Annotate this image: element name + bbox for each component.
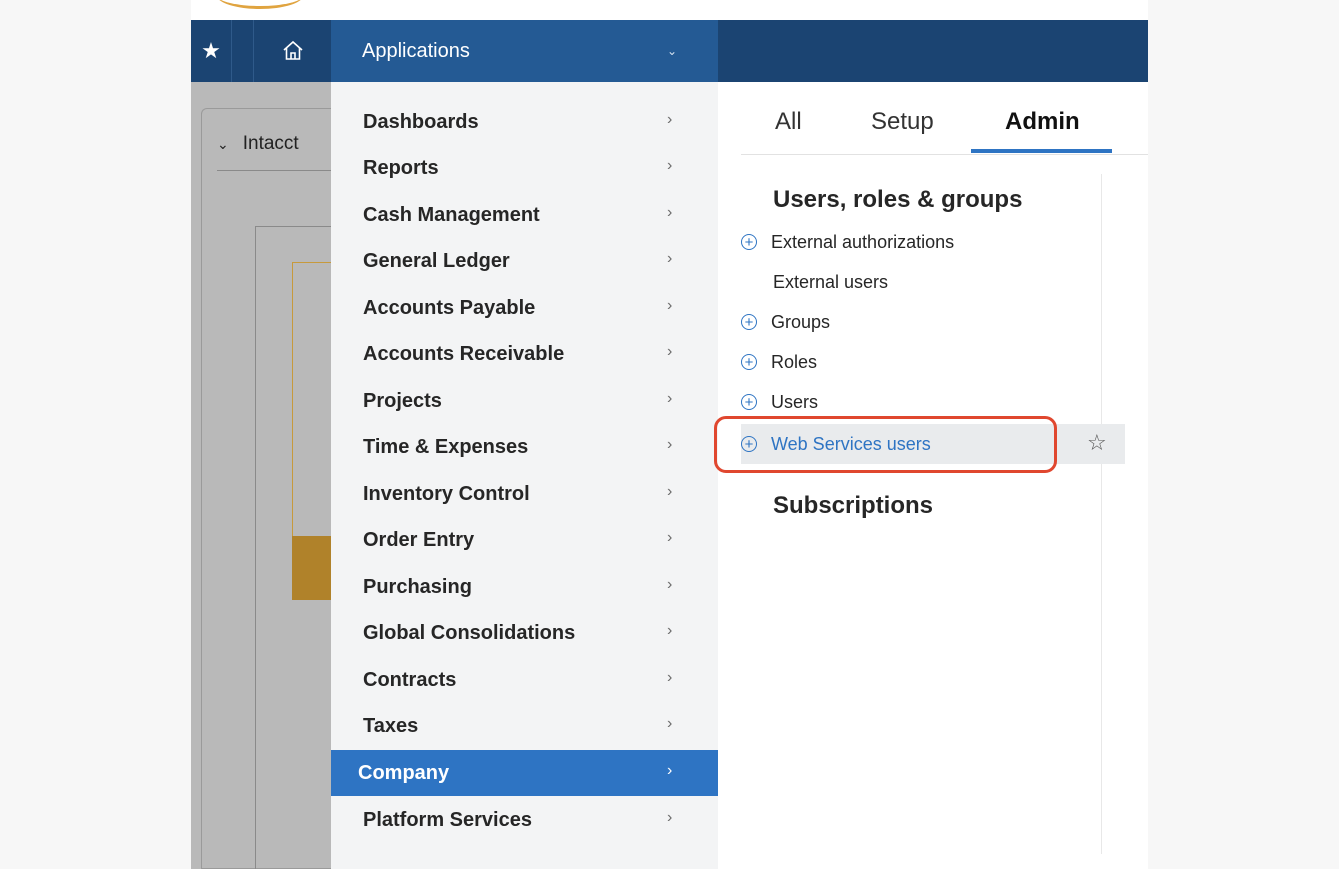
menu-item-company[interactable]: Company › [331,750,718,796]
tab-admin[interactable]: Admin [1005,108,1080,136]
applications-menu: Dashboards › Reports › Cash Management › Ge… [331,82,718,869]
menu-item-label: Inventory Control [363,482,530,505]
menu-item-label: Company [358,761,450,784]
link-roles[interactable]: + Roles [741,344,1125,380]
top-nav-bar: ★ Applications ⌄ [191,20,1148,82]
chevron-right-icon: › [667,436,673,453]
menu-item-purchasing[interactable]: Purchasing › [331,564,718,610]
menu-item-inventory-control[interactable]: Inventory Control › [331,471,718,517]
chevron-right-icon: › [667,250,673,267]
background-chart-bar [292,536,331,600]
menu-item-label: Accounts Receivable [363,342,565,365]
admin-links-card: Users, roles & groups + External authori… [741,174,1125,854]
favorites-star-icon[interactable]: ★ [191,20,232,82]
chevron-down-icon: ⌄ [667,44,678,58]
chevron-right-icon: › [667,809,673,826]
add-circle-icon[interactable]: + [741,234,757,250]
menu-item-label: Cash Management [363,203,540,226]
link-label: Roles [771,351,818,372]
favorite-star-icon[interactable]: ☆ [1087,430,1107,456]
menu-item-accounts-receivable[interactable]: Accounts Receivable › [331,331,718,377]
add-circle-icon[interactable]: + [741,314,757,330]
menu-item-global-consolidations[interactable]: Global Consolidations › [331,610,718,656]
company-submenu-pane: All Setup Admin Users, roles & groups + … [718,82,1148,869]
menu-item-label: Global Consolidations [363,621,576,644]
chevron-right-icon: › [667,297,673,314]
chevron-right-icon: › [667,669,673,686]
add-circle-icon[interactable]: + [741,394,757,410]
section-title-users-roles-groups: Users, roles & groups [773,186,1023,213]
menu-item-taxes[interactable]: Taxes › [331,703,718,749]
link-users[interactable]: + Users [741,384,1125,420]
chevron-right-icon: › [667,343,673,360]
menu-item-label: Projects [363,389,442,412]
menu-item-label: General Ledger [363,249,510,272]
menu-item-reports[interactable]: Reports › [331,145,718,191]
link-external-authorizations[interactable]: + External authorizations [741,224,1125,260]
add-circle-icon[interactable]: + [741,354,757,370]
chevron-down-icon: ⌄ [217,135,229,152]
link-external-users[interactable]: External users [741,264,1125,300]
applications-menu-button[interactable]: Applications ⌄ [331,20,718,82]
menu-item-label: Taxes [363,714,419,737]
chevron-right-icon: › [667,715,673,732]
background-panel-title: Intacct [242,133,299,154]
menu-item-cash-management[interactable]: Cash Management › [331,192,718,238]
chevron-right-icon: › [667,390,673,407]
home-icon[interactable] [253,20,333,82]
chevron-right-icon: › [667,529,673,546]
menu-item-projects[interactable]: Projects › [331,378,718,424]
menu-item-platform-services[interactable]: Platform Services › [331,797,718,843]
chevron-right-icon: › [667,204,673,221]
chevron-right-icon: › [667,576,673,593]
menu-item-contracts[interactable]: Contracts › [331,657,718,703]
tab-setup[interactable]: Setup [871,108,934,136]
menu-item-time-expenses[interactable]: Time & Expenses › [331,424,718,470]
link-label: Groups [771,311,831,332]
logo [217,0,303,9]
menu-item-order-entry[interactable]: Order Entry › [331,517,718,563]
menu-item-label: Accounts Payable [363,296,536,319]
menu-item-label: Platform Services [363,808,532,831]
link-groups[interactable]: + Groups [741,304,1125,340]
chevron-right-icon: › [667,111,673,128]
applications-label: Applications [362,39,470,62]
tab-all[interactable]: All [775,108,802,136]
menu-item-dashboards[interactable]: Dashboards › [331,99,718,145]
link-label: External authorizations [771,231,955,252]
active-tab-indicator [971,149,1112,153]
submenu-tabs: All Setup Admin [741,82,1148,155]
menu-item-label: Order Entry [363,528,475,551]
menu-item-label: Contracts [363,668,457,691]
section-title-subscriptions: Subscriptions [773,492,934,519]
link-label: Users [771,391,819,412]
menu-item-accounts-payable[interactable]: Accounts Payable › [331,285,718,331]
menu-item-label: Dashboards [363,110,479,133]
chevron-right-icon: › [667,622,673,639]
background-panel-header: ⌄ Intacct [217,118,331,171]
link-label: External users [773,271,889,292]
menu-item-label: Purchasing [363,575,472,598]
highlight-callout [714,416,1057,473]
chevron-right-icon: › [667,157,673,174]
menu-item-general-ledger[interactable]: General Ledger › [331,238,718,284]
chevron-right-icon: › [667,762,673,779]
menu-item-label: Time & Expenses [363,435,529,458]
chevron-right-icon: › [667,483,673,500]
menu-item-label: Reports [363,156,439,179]
